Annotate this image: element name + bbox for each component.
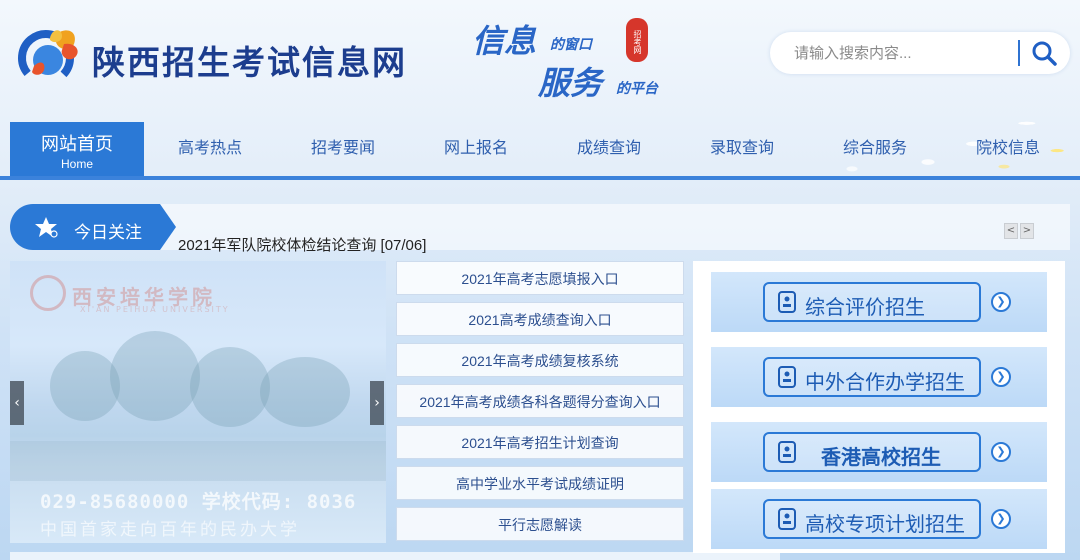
promo-special-plan[interactable]: 高校专项计划招生 ❯ [711, 489, 1047, 549]
document-icon [778, 508, 796, 530]
focus-label: 今日关注 [10, 204, 176, 250]
image-carousel[interactable]: 西安培华学院 XI'AN PEIHUA UNIVERSITY 029-85680… [10, 261, 386, 543]
slogan-banner: 信息 的窗口 招考网 服务 的平台 [470, 12, 690, 102]
quick-links: 2021年高考志愿填报入口 2021高考成绩查询入口 2021年高考成绩复核系统… [394, 261, 686, 543]
slogan-line1-small: 的窗口 [550, 37, 592, 53]
nav-item-label: 网站首页 [41, 134, 113, 154]
carousel-motto: 中国首家走向百年的民办大学 [40, 520, 300, 540]
slogan-line1: 信息 [472, 22, 537, 60]
promo-comprehensive-evaluation[interactable]: 综合评价招生 ❯ [711, 272, 1047, 332]
carousel-prev-button[interactable]: ‹ [10, 381, 24, 425]
arrow-right-icon: ❯ [991, 509, 1011, 529]
promo-label: 香港高校招生 [821, 445, 941, 469]
promo-sino-foreign[interactable]: 中外合作办学招生 ❯ [711, 347, 1047, 407]
quick-link-proficiency-certificate[interactable]: 高中学业水平考试成绩证明 [396, 466, 684, 500]
bottom-strip [10, 552, 780, 560]
focus-arrows: < > [1004, 218, 1036, 239]
nav-item-news[interactable]: 招考要闻 [293, 122, 393, 176]
site-header: 陕西招生考试信息网 信息 的窗口 招考网 服务 的平台 [0, 0, 1080, 178]
quick-link-score-review[interactable]: 2021年高考成绩复核系统 [396, 343, 684, 377]
promo-panel: 综合评价招生 ❯ 中外合作办学招生 ❯ 香港高校招生 ❯ 高校专项计划招生 ❯ [693, 261, 1065, 553]
tree-shape [110, 331, 200, 421]
tree-shape [190, 347, 270, 427]
quick-link-enrollment-plan[interactable]: 2021年高考招生计划查询 [396, 425, 684, 459]
tree-shape [50, 351, 120, 421]
nav-item-gaokao-hot[interactable]: 高考热点 [160, 122, 260, 176]
slogan-seal: 招考网 [626, 18, 648, 62]
arrow-right-icon: ❯ [991, 292, 1011, 312]
carousel-phone-line: 029-85680000 学校代码: 8036 [40, 491, 357, 513]
arrow-right-icon: ❯ [991, 367, 1011, 387]
slogan-line2: 服务 [538, 64, 603, 102]
promo-pill: 综合评价招生 [763, 282, 981, 322]
document-icon [778, 366, 796, 388]
slogan-line2-small: 的平台 [616, 81, 658, 97]
nav-item-home[interactable]: 网站首页 Home [10, 122, 144, 176]
focus-headline-link[interactable]: 2021年军队院校体检结论查询 [07/06] [178, 234, 426, 255]
focus-prev-button[interactable]: < [1004, 223, 1018, 239]
promo-pill: 中外合作办学招生 [763, 357, 981, 397]
today-focus-bar: 今日关注 2021年军队院校体检结论查询 [07/06] < > [10, 202, 1070, 255]
school-seal-icon [30, 275, 66, 311]
campus-field [10, 441, 386, 481]
nav-item-score-query[interactable]: 成绩查询 [559, 122, 659, 176]
search-divider [1018, 40, 1020, 66]
nav-item-services[interactable]: 综合服务 [825, 122, 925, 176]
quick-link-volunteer-entry[interactable]: 2021年高考志愿填报入口 [396, 261, 684, 295]
quick-link-subject-scores[interactable]: 2021年高考成绩各科各题得分查询入口 [396, 384, 684, 418]
site-title[interactable]: 陕西招生考试信息网 [92, 36, 407, 84]
promo-label: 中外合作办学招生 [805, 370, 965, 394]
promo-pill: 香港高校招生 [763, 432, 981, 472]
nav-item-colleges[interactable]: 院校信息 [958, 122, 1058, 176]
promo-pill: 高校专项计划招生 [763, 499, 981, 539]
nav-item-online-registration[interactable]: 网上报名 [426, 122, 526, 176]
document-icon [778, 441, 796, 463]
promo-hongkong[interactable]: 香港高校招生 ❯ [711, 422, 1047, 482]
nav-item-admission-query[interactable]: 录取查询 [692, 122, 792, 176]
arrow-right-icon: ❯ [991, 442, 1011, 462]
search-input[interactable] [794, 42, 1014, 64]
promo-label: 综合评价招生 [805, 295, 925, 319]
star-icon [35, 217, 58, 238]
tree-shape [260, 357, 350, 427]
document-icon [778, 291, 796, 313]
focus-next-button[interactable]: > [1020, 223, 1034, 239]
nav-item-sublabel: Home [60, 157, 93, 171]
carousel-next-button[interactable]: › [370, 381, 384, 425]
quick-link-score-query[interactable]: 2021高考成绩查询入口 [396, 302, 684, 336]
quick-link-parallel-volunteer[interactable]: 平行志愿解读 [396, 507, 684, 541]
focus-label-text: 今日关注 [74, 223, 142, 242]
main-nav: 网站首页 Home 高考热点 招考要闻 网上报名 成绩查询 录取查询 综合服务 … [0, 122, 1080, 178]
nav-underline [0, 176, 1080, 180]
carousel-school-name-en: XI'AN PEIHUA UNIVERSITY [80, 305, 230, 314]
site-logo-icon[interactable] [12, 22, 84, 90]
promo-label: 高校专项计划招生 [805, 512, 965, 536]
